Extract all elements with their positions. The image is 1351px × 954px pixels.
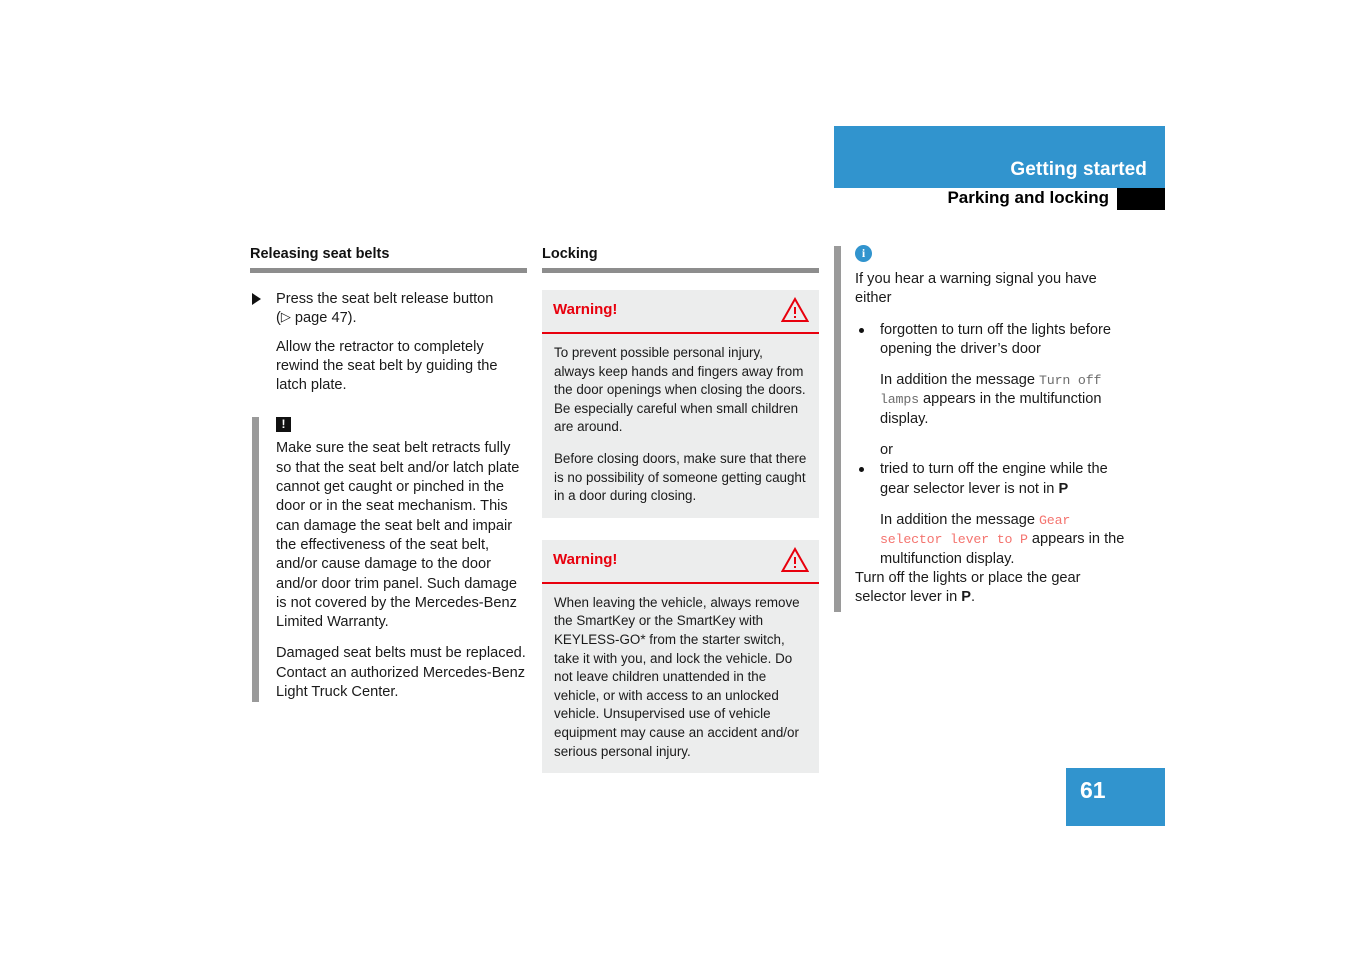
warning-body: To prevent possible personal injury, alw… (542, 334, 819, 518)
bullet-connector-or: or (880, 442, 893, 459)
bullet-dot-icon (859, 467, 864, 473)
list-item: forgotten to turn off the lights before … (855, 321, 1132, 461)
heading-rule (542, 268, 819, 273)
note-paragraph-1: Make sure the seat belt retracts fully s… (276, 440, 520, 631)
chapter-tab-marker (1117, 188, 1165, 210)
step-followup-text: Allow the retractor to completely rewind… (276, 338, 498, 394)
info-closing-text: Turn off the lights or place the gear se… (855, 569, 1132, 608)
column-left: Releasing seat belts Press the seat belt… (250, 245, 527, 703)
step-xref-text: page 47). (290, 310, 357, 327)
bullet-2-text: tried to turn off the engine while the g… (880, 460, 1132, 499)
exclamation-icon: ! (276, 417, 291, 433)
cross-reference-arrow-icon: ▷ (280, 309, 291, 325)
column-right: i If you hear a warning signal you have … (855, 245, 1132, 607)
column-middle: Locking Warning! To prevent possible per… (542, 245, 819, 795)
chapter-title: Getting started (1010, 159, 1147, 180)
warning-header: Warning! (542, 290, 819, 334)
info-intro-text: If you hear a warning signal you have ei… (855, 271, 1097, 307)
warning-triangle-icon (780, 546, 810, 573)
info-bullet-list: forgotten to turn off the lights before … (855, 321, 1132, 569)
info-icon: i (855, 245, 872, 262)
heading-rule (250, 268, 527, 273)
page-number: 61 (1080, 777, 1106, 803)
warning-header: Warning! (542, 540, 819, 584)
step-text: Press the seat belt release button (▷ pag… (276, 290, 527, 329)
warning-title: Warning! (553, 301, 618, 318)
heading-locking: Locking (542, 246, 598, 262)
bullet-1-detail-prefix: In addition the message (880, 372, 1040, 389)
note-paragraph-2: Damaged seat belts must be replaced. Con… (276, 645, 526, 701)
header-section-row: Parking and locking (834, 188, 1165, 211)
page-number-box: 61 (1066, 768, 1165, 826)
bullet-2-text-pre: tried to turn off the engine while the g… (880, 461, 1108, 497)
bullet-dot-icon (859, 327, 864, 333)
warning-triangle-icon (780, 296, 810, 323)
warning-box-door-openings: Warning! To prevent possible personal in… (542, 290, 819, 518)
header-chapter-band: Getting started (834, 126, 1165, 188)
note-block-seat-belt: ! Make sure the seat belt retracts fully… (250, 417, 527, 703)
list-item: tried to turn off the engine while the g… (855, 460, 1132, 568)
bullet-2-gear-position: P (1058, 480, 1069, 497)
warning-paragraph-1: To prevent possible personal injury, alw… (554, 345, 806, 435)
warning-paragraph-1: When leaving the vehicle, always remove … (554, 594, 800, 759)
step-triangle-icon (252, 293, 261, 305)
step-press-release-button: Press the seat belt release button (▷ pag… (250, 290, 527, 329)
warning-body: When leaving the vehicle, always remove … (542, 584, 819, 773)
bullet-1-text: forgotten to turn off the lights before … (880, 321, 1111, 357)
warning-box-leaving-vehicle: Warning! When leaving the vehicle, alway… (542, 539, 819, 774)
info-closing-gear-position: P (961, 589, 971, 606)
warning-paragraph-2: Before closing doors, make sure that the… (554, 450, 807, 504)
heading-releasing-seat-belts: Releasing seat belts (250, 246, 390, 262)
warning-title: Warning! (553, 550, 618, 568)
bullet-2-detail: In addition the message Gear selector le… (880, 511, 1132, 569)
step-line1: Press the seat belt release button (276, 291, 494, 307)
bullet-2-detail-prefix: In addition the message (880, 511, 1040, 528)
info-closing-post: . (971, 589, 976, 606)
column-right-divider-bar (834, 246, 841, 612)
bullet-1-detail: In addition the message Turn off lamps a… (880, 371, 1132, 429)
note-side-bar (252, 417, 259, 703)
section-title: Parking and locking (947, 188, 1109, 207)
